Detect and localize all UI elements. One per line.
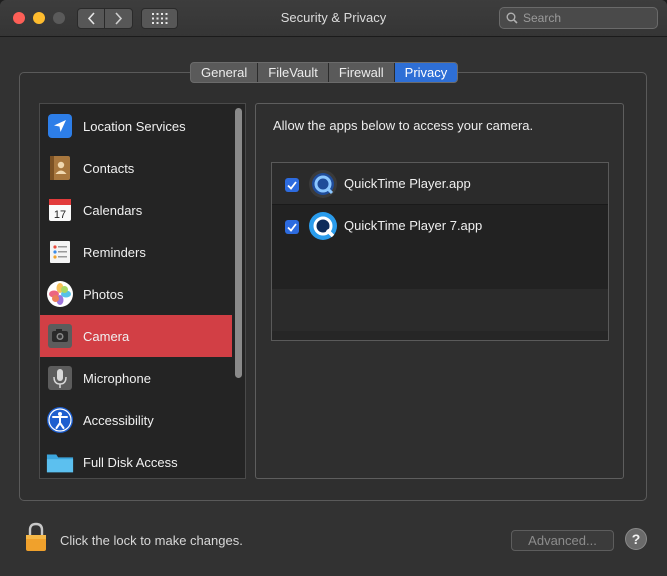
- sidebar-item-label: Location Services: [83, 118, 186, 134]
- sidebar-scrollbar[interactable]: [235, 108, 242, 378]
- search-input[interactable]: Search: [499, 7, 658, 29]
- title-bar: Security & Privacy Search: [0, 0, 667, 37]
- sidebar-item-full-disk-access[interactable]: Full Disk Access: [40, 441, 232, 478]
- table-row[interactable]: QuickTime Player 7.app: [272, 205, 608, 247]
- sidebar-item-label: Contacts: [83, 160, 135, 176]
- contacts-book-icon: [46, 154, 74, 182]
- permission-description: Allow the apps below to access your came…: [273, 118, 534, 133]
- tab-bar: General FileVault Firewall Privacy: [190, 62, 459, 83]
- camera-icon: [46, 322, 74, 350]
- accessibility-icon: [46, 406, 74, 434]
- folder-icon: [46, 448, 74, 476]
- quicktime-player-7-icon: [309, 212, 337, 240]
- sidebar-item-label: Full Disk Access: [83, 454, 178, 470]
- svg-text:17: 17: [54, 209, 66, 221]
- sidebar-item-camera[interactable]: Camera: [40, 315, 232, 357]
- help-button[interactable]: ?: [625, 528, 647, 550]
- app-checkbox[interactable]: [285, 220, 299, 234]
- app-checkbox[interactable]: [285, 178, 299, 192]
- search-icon: [506, 12, 518, 24]
- sidebar-item-label: Photos: [83, 286, 124, 302]
- sidebar-item-photos[interactable]: Photos: [40, 273, 232, 315]
- sidebar-item-calendars[interactable]: 17 Calendars: [40, 189, 232, 231]
- sidebar-item-label: Camera: [83, 328, 130, 344]
- sidebar-item-label: Calendars: [83, 202, 143, 218]
- checkmark-icon: [287, 222, 297, 232]
- app-name: QuickTime Player.app: [344, 176, 471, 191]
- advanced-button[interactable]: Advanced...: [511, 530, 614, 551]
- tab-firewall[interactable]: Firewall: [329, 63, 395, 82]
- search-placeholder: Search: [523, 11, 562, 25]
- tab-filevault[interactable]: FileVault: [258, 63, 329, 82]
- empty-row: [272, 289, 608, 331]
- table-row[interactable]: QuickTime Player.app: [272, 163, 608, 205]
- empty-row: [272, 247, 608, 289]
- lock-message: Click the lock to make changes.: [60, 533, 243, 548]
- sidebar-item-label: Reminders: [83, 244, 146, 260]
- sidebar-item-label: Accessibility: [83, 412, 154, 428]
- location-arrow-icon: [46, 112, 74, 140]
- app-permission-list: QuickTime Player.app QuickTime Player 7.…: [271, 162, 609, 341]
- sidebar-item-label: Microphone: [83, 370, 151, 386]
- privacy-category-list: Location Services Contacts 17 Calendars …: [39, 103, 246, 479]
- sidebar-item-reminders[interactable]: Reminders: [40, 231, 232, 273]
- sidebar-item-location-services[interactable]: Location Services: [40, 105, 232, 147]
- reminders-list-icon: [46, 238, 74, 266]
- preferences-window: Security & Privacy Search General FileVa…: [0, 0, 667, 576]
- quicktime-player-icon: [309, 170, 337, 198]
- sidebar-item-contacts[interactable]: Contacts: [40, 147, 232, 189]
- tab-general[interactable]: General: [191, 63, 259, 82]
- tab-privacy[interactable]: Privacy: [394, 63, 458, 82]
- sidebar-item-microphone[interactable]: Microphone: [40, 357, 232, 399]
- calendar-icon: 17: [46, 196, 74, 224]
- sidebar-item-accessibility[interactable]: Accessibility: [40, 399, 232, 441]
- microphone-icon: [46, 364, 74, 392]
- checkmark-icon: [287, 180, 297, 190]
- lock-icon[interactable]: [24, 522, 48, 552]
- app-name: QuickTime Player 7.app: [344, 218, 483, 233]
- photos-pinwheel-icon: [46, 280, 74, 308]
